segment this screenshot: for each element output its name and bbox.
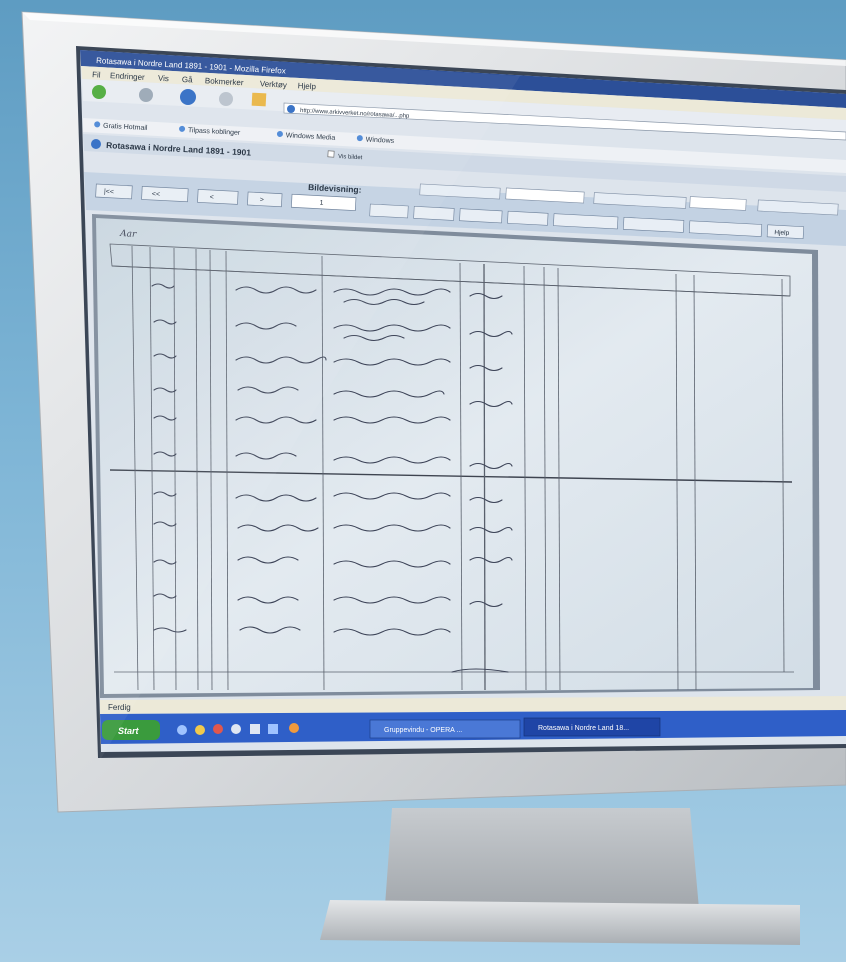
quicklaunch-icon[interactable]: [250, 724, 260, 734]
quicklaunch-icon[interactable]: [289, 723, 299, 733]
viewer-action-button[interactable]: [459, 208, 503, 224]
start-label: Start: [118, 726, 140, 736]
help-label: Hjelp: [774, 229, 790, 237]
viewer-action-button[interactable]: [507, 210, 549, 226]
quicklaunch-icon[interactable]: [268, 724, 278, 734]
quicklaunch-icon[interactable]: [195, 725, 205, 735]
taskbar-task-label: Rotasawa i Nordre Land 18...: [538, 725, 629, 732]
browser-window: Rotasawa i Nordre Land 1891 - 1901 - Moz…: [80, 50, 846, 760]
quicklaunch-icon[interactable]: [213, 724, 223, 734]
quicklaunch-icon[interactable]: [231, 724, 241, 734]
taskbar-task-label: Gruppevindu - OPERA ...: [384, 727, 462, 734]
desktop-scene: Rotasawa i Nordre Land 1891 - 1901 - Moz…: [0, 0, 846, 962]
quicklaunch-icon[interactable]: [177, 725, 187, 735]
